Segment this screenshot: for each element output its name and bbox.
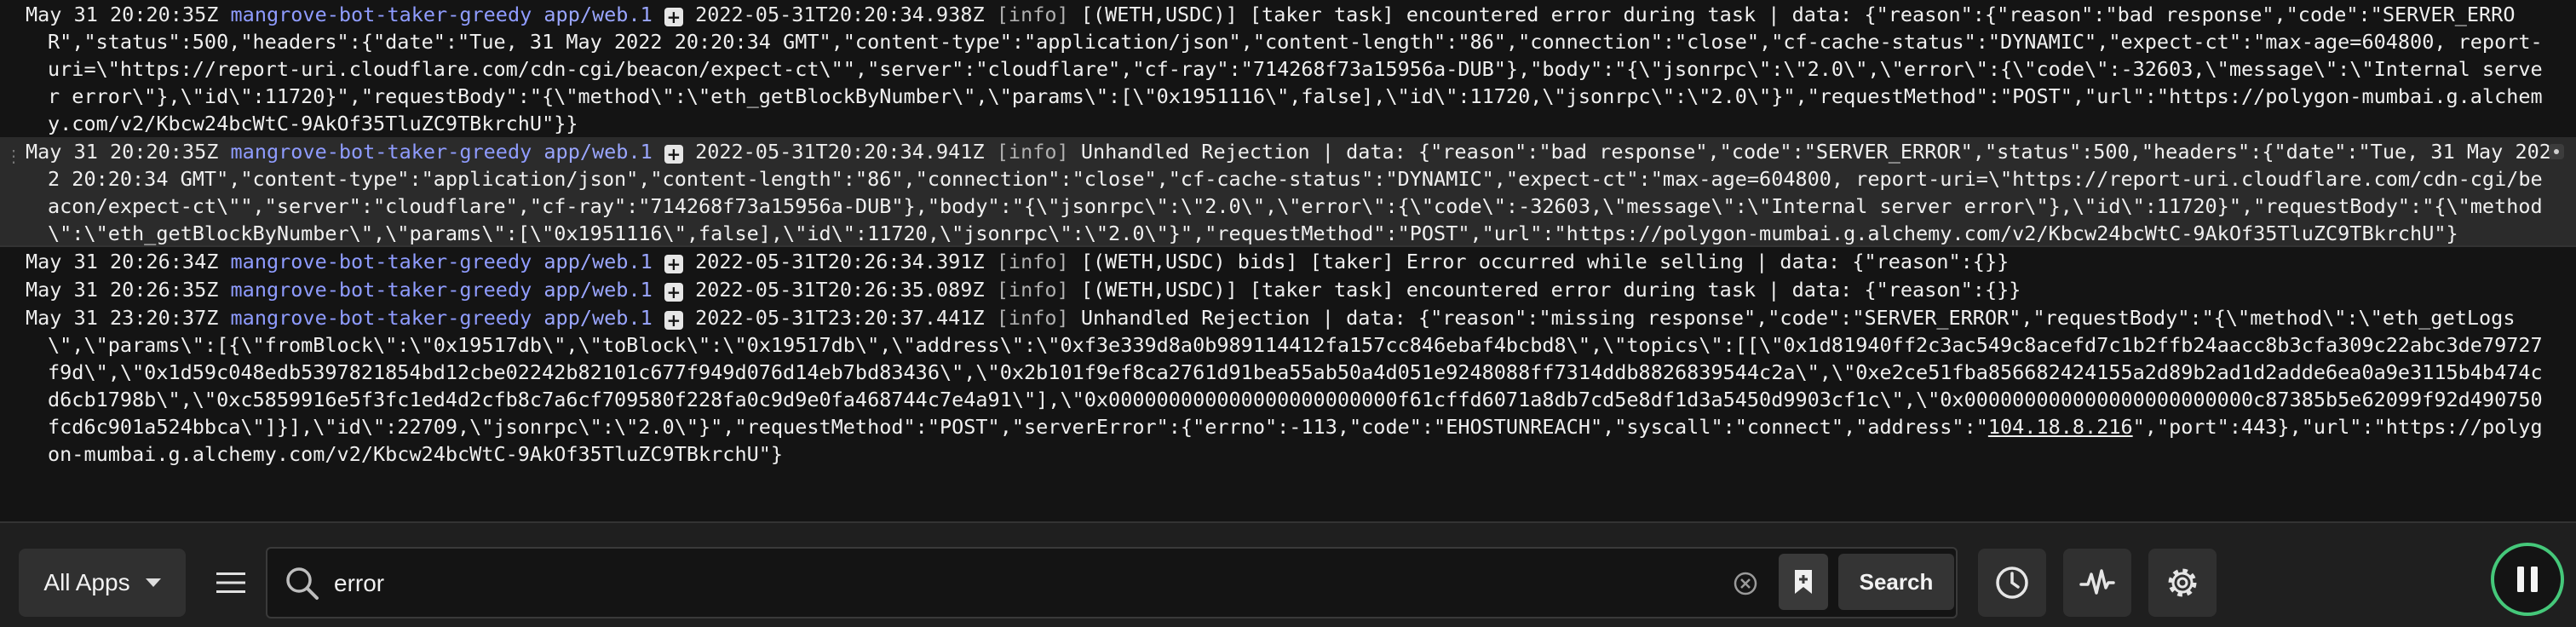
log-timestamp: 2022-05-31T20:26:35.089Z	[695, 278, 985, 302]
log-level: [info]	[996, 250, 1069, 273]
log-entry-selected[interactable]: ⋮ May 31 20:20:35Z mangrove-bot-taker-gre…	[0, 137, 2576, 247]
log-message: [(WETH,USDC)] [taker task] encountered e…	[1080, 278, 2021, 302]
log-process[interactable]: app/web.1	[543, 250, 652, 273]
pause-button[interactable]	[2491, 543, 2564, 616]
pause-icon	[2517, 567, 2538, 592]
expand-icon[interactable]: +	[664, 145, 683, 164]
search-icon	[286, 567, 319, 600]
all-apps-label: All Apps	[43, 569, 130, 595]
history-icon	[1996, 567, 2028, 599]
search-box	[266, 547, 1958, 618]
live-tail-button[interactable]	[2063, 549, 2131, 617]
log-time: May 31 20:26:35Z	[26, 278, 219, 302]
clear-icon[interactable]	[1733, 571, 1758, 596]
log-time: May 31 20:20:35Z	[26, 140, 219, 164]
log-level: [info]	[996, 3, 1069, 26]
log-entry[interactable]: May 31 20:26:34Z mangrove-bot-taker-gree…	[0, 247, 2576, 275]
log-app-name[interactable]: mangrove-bot-taker-greedy	[231, 250, 532, 273]
drag-handle-icon[interactable]: ⋮	[5, 142, 22, 170]
log-app-name[interactable]: mangrove-bot-taker-greedy	[231, 3, 532, 26]
settings-button[interactable]	[2148, 549, 2217, 617]
bookmark-icon	[1795, 570, 1812, 594]
save-search-button[interactable]	[1779, 554, 1828, 610]
log-process[interactable]: app/web.1	[543, 278, 652, 302]
log-level: [info]	[996, 306, 1069, 330]
log-app-name[interactable]: mangrove-bot-taker-greedy	[231, 306, 532, 330]
menu-icon	[216, 572, 245, 593]
log-list: May 31 20:20:35Z mangrove-bot-taker-gree…	[0, 0, 2576, 520]
ip-address-link[interactable]: 104.18.8.216	[1988, 415, 2133, 439]
history-button[interactable]	[1978, 549, 2046, 617]
log-level: [info]	[996, 278, 1069, 302]
log-entry[interactable]: May 31 23:20:37Z mangrove-bot-taker-gree…	[0, 303, 2576, 468]
log-timestamp: 2022-05-31T20:20:34.941Z	[695, 140, 985, 164]
search-button-label: Search	[1859, 568, 1934, 595]
expand-icon[interactable]: +	[664, 283, 683, 302]
log-entry[interactable]: May 31 20:20:35Z mangrove-bot-taker-gree…	[0, 0, 2576, 137]
log-entry[interactable]: May 31 20:26:35Z mangrove-bot-taker-gree…	[0, 275, 2576, 303]
expand-icon[interactable]: +	[664, 255, 683, 273]
log-timestamp: 2022-05-31T20:20:34.938Z	[695, 3, 985, 26]
log-message: [(WETH,USDC) bids] [taker] Error occurre…	[1080, 250, 2010, 273]
log-process[interactable]: app/web.1	[543, 3, 652, 26]
log-timestamp: 2022-05-31T23:20:37.441Z	[695, 306, 985, 330]
menu-button[interactable]	[201, 549, 261, 617]
log-time: May 31 20:20:35Z	[26, 3, 219, 26]
gear-icon	[2168, 568, 2197, 597]
chevron-down-icon	[145, 578, 161, 587]
log-level: [info]	[996, 140, 1069, 164]
log-app-name[interactable]: mangrove-bot-taker-greedy	[231, 140, 532, 164]
log-time: May 31 23:20:37Z	[26, 306, 219, 330]
expand-icon[interactable]: +	[664, 8, 683, 26]
log-process[interactable]: app/web.1	[543, 140, 652, 164]
context-icon[interactable]	[2549, 144, 2564, 159]
log-timestamp: 2022-05-31T20:26:34.391Z	[695, 250, 985, 273]
pulse-icon	[2079, 569, 2115, 595]
log-process[interactable]: app/web.1	[543, 306, 652, 330]
all-apps-dropdown[interactable]: All Apps	[19, 549, 186, 617]
expand-icon[interactable]: +	[664, 311, 683, 330]
search-input[interactable]	[332, 561, 1784, 607]
search-button[interactable]: Search	[1838, 554, 1954, 610]
log-app-name[interactable]: mangrove-bot-taker-greedy	[231, 278, 532, 302]
log-time: May 31 20:26:34Z	[26, 250, 219, 273]
bottom-toolbar: All Apps Search	[0, 521, 2576, 627]
